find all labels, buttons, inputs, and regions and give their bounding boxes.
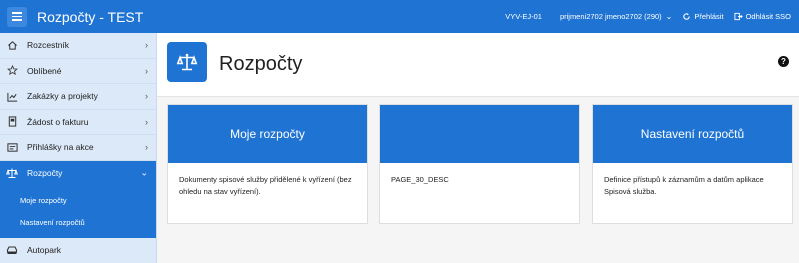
card-title[interactable]: Moje rozpočty bbox=[168, 105, 367, 163]
logout-button[interactable]: Odhlásit SSO bbox=[734, 12, 791, 21]
sidebar-subitem-moje-rozpocty[interactable]: Moje rozpočty bbox=[0, 189, 156, 211]
page-header: Rozpočty ? bbox=[157, 33, 799, 97]
chevron-right-icon: › bbox=[145, 116, 148, 127]
sidebar-item-autopark[interactable]: Autopark bbox=[0, 238, 156, 263]
chevron-right-icon: › bbox=[145, 91, 148, 102]
sidebar: Rozcestník › Oblíbené › Zakázky a projek… bbox=[0, 33, 157, 263]
star-icon bbox=[6, 65, 18, 77]
sidebar-item-label: Autopark bbox=[27, 245, 62, 256]
sidebar-subitem-nastaveni-rozpoctu[interactable]: Nastavení rozpočtů bbox=[0, 211, 156, 233]
top-right-actions: VYV-EJ-01 prijmeni2702 jmeno2702 (290) ⌄… bbox=[505, 0, 791, 33]
chevron-right-icon: › bbox=[145, 65, 148, 76]
menu-toggle-button[interactable] bbox=[7, 6, 27, 27]
sidebar-item-label: Zakázky a projekty bbox=[27, 91, 98, 102]
sidebar-item-label: Rozcestník bbox=[27, 40, 70, 51]
projects-icon bbox=[6, 90, 18, 102]
chevron-right-icon: › bbox=[145, 40, 148, 51]
scale-icon bbox=[6, 167, 18, 179]
sidebar-item-rozcestnik[interactable]: Rozcestník › bbox=[0, 33, 156, 59]
card-description: PAGE_30_DESC bbox=[391, 175, 449, 184]
page-title: Rozpočty bbox=[219, 53, 303, 75]
chevron-down-icon: ⌄ bbox=[140, 167, 148, 178]
submenu-rozpocty: Moje rozpočty Nastavení rozpočtů bbox=[0, 186, 156, 238]
home-icon bbox=[6, 39, 18, 51]
relogin-button[interactable]: Přehlásit bbox=[682, 12, 724, 21]
card-description: Dokumenty spisové služby přidělené k vyř… bbox=[179, 175, 352, 196]
card-nastaveni-rozpoctu[interactable]: Nastavení rozpočtů Definice přístupů k z… bbox=[592, 104, 793, 224]
user-menu-button[interactable]: prijmeni2702 jmeno2702 (290) bbox=[560, 12, 662, 21]
refresh-icon bbox=[683, 13, 691, 20]
card-page-30[interactable]: PAGE_30_DESC bbox=[379, 104, 580, 224]
chevron-right-icon: › bbox=[145, 142, 148, 153]
help-icon[interactable]: ? bbox=[778, 56, 789, 67]
app-title[interactable]: Rozpočty - TEST bbox=[37, 9, 143, 25]
sidebar-item-oblibene[interactable]: Oblíbené › bbox=[0, 59, 156, 84]
invoice-icon bbox=[6, 116, 18, 128]
car-icon bbox=[6, 244, 18, 256]
sidebar-item-label: Žádost o fakturu bbox=[27, 116, 89, 127]
scale-icon bbox=[167, 42, 207, 82]
relogin-label: Přehlásit bbox=[694, 12, 724, 21]
sidebar-item-label: Rozpočty bbox=[27, 168, 63, 179]
card-moje-rozpocty[interactable]: Moje rozpočty Dokumenty spisové služby p… bbox=[167, 104, 368, 224]
sidebar-item-label: Přihlášky na akce bbox=[27, 142, 94, 153]
logout-label: Odhlásit SSO bbox=[745, 12, 791, 21]
logout-icon bbox=[734, 12, 743, 21]
sidebar-item-prihlasky[interactable]: Přihlášky na akce › bbox=[0, 135, 156, 161]
sidebar-item-label: Oblíbené bbox=[27, 65, 62, 76]
card-title[interactable]: Nastavení rozpočtů bbox=[593, 105, 792, 163]
sidebar-item-zakazky[interactable]: Zakázky a projekty › bbox=[0, 84, 156, 110]
sidebar-item-rozpocty[interactable]: Rozpočty ⌄ bbox=[0, 160, 156, 186]
sidebar-item-zadost-o-fakturu[interactable]: Žádost o fakturu › bbox=[0, 110, 156, 135]
card-description: Definice přístupů k záznamům a datům apl… bbox=[604, 175, 764, 196]
card-title[interactable] bbox=[380, 105, 579, 163]
event-icon bbox=[6, 141, 18, 153]
top-bar: Rozpočty - TEST VYV-EJ-01 prijmeni2702 j… bbox=[0, 0, 799, 33]
main-content: Rozpočty ? Moje rozpočty Dokumenty spiso… bbox=[157, 33, 799, 263]
environment-label: VYV-EJ-01 bbox=[505, 12, 542, 21]
chevron-down-icon[interactable]: ⌄ bbox=[666, 12, 673, 21]
